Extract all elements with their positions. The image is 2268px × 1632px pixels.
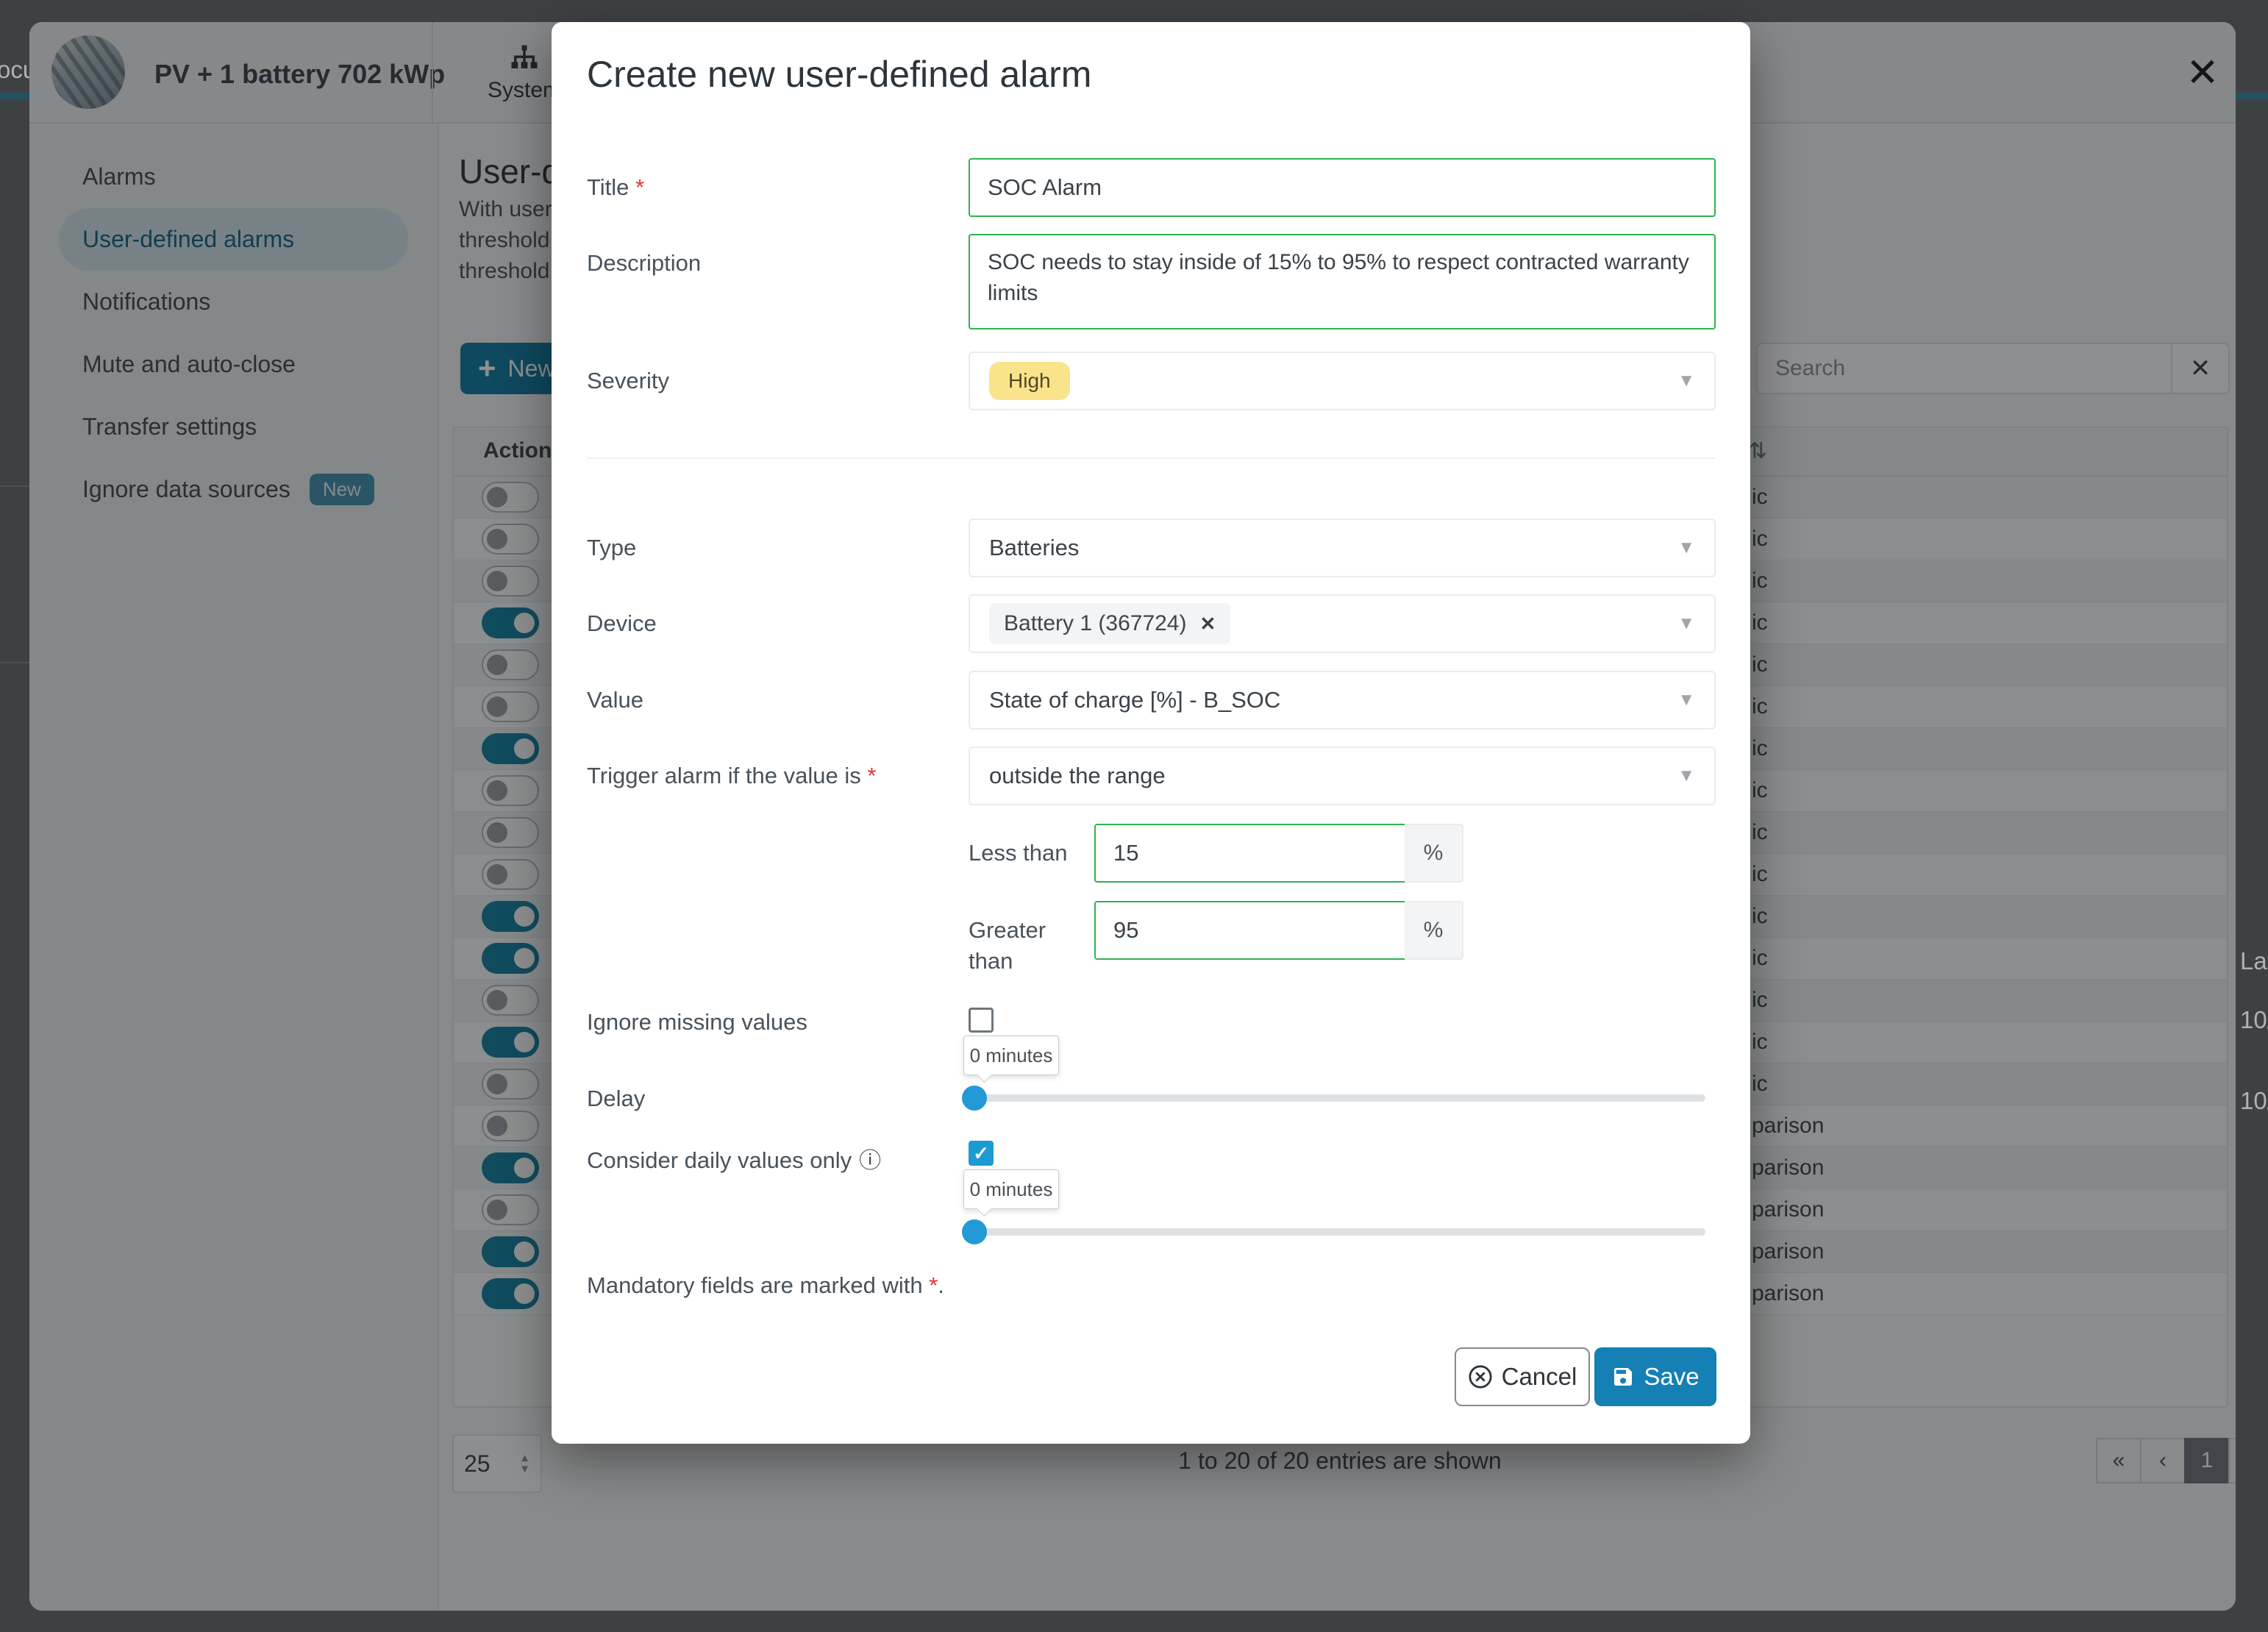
less-than-label: Less than bbox=[969, 840, 1067, 866]
frame-right-text-fragment: 10/ bbox=[2240, 1087, 2268, 1115]
save-button[interactable]: Save bbox=[1594, 1347, 1716, 1406]
chevron-down-icon: ▼ bbox=[1677, 371, 1695, 391]
ignore-missing-label: Ignore missing values bbox=[587, 1009, 807, 1036]
daily-values-tooltip: 0 minutes bbox=[963, 1169, 1059, 1209]
daily-values-label: Consider daily values onlyⓘ bbox=[587, 1142, 881, 1175]
title-label: Title * bbox=[587, 174, 644, 201]
ignore-missing-checkbox[interactable] bbox=[969, 1008, 994, 1033]
chevron-down-icon: ▼ bbox=[1677, 690, 1695, 710]
delay-tooltip: 0 minutes bbox=[963, 1036, 1059, 1075]
required-asterisk: * bbox=[929, 1272, 938, 1298]
create-alarm-modal: Create new user-defined alarm Title * De… bbox=[552, 22, 1750, 1444]
percent-unit: % bbox=[1405, 824, 1463, 883]
severity-label: Severity bbox=[587, 368, 669, 394]
cancel-button[interactable]: Cancel bbox=[1455, 1347, 1590, 1406]
mandatory-note: Mandatory fields are marked with *. bbox=[587, 1272, 944, 1299]
chevron-down-icon: ▼ bbox=[1677, 538, 1695, 558]
chevron-down-icon: ▼ bbox=[1677, 766, 1695, 786]
save-floppy-icon bbox=[1611, 1365, 1635, 1389]
checkmark-icon: ✓ bbox=[973, 1142, 989, 1165]
screen: ocu Las 10/ 10/ PV + 1 battery 702 kWp S… bbox=[0, 0, 2268, 1632]
daily-slider-track[interactable] bbox=[969, 1228, 1705, 1236]
type-select[interactable]: Batteries ▼ bbox=[969, 519, 1716, 577]
value-select[interactable]: State of charge [%] - B_SOC ▼ bbox=[969, 671, 1716, 730]
required-asterisk: * bbox=[635, 174, 644, 200]
trigger-select[interactable]: outside the range ▼ bbox=[969, 746, 1716, 805]
frame-right-text-fragment: Las bbox=[2240, 947, 2268, 975]
chevron-down-icon: ▼ bbox=[1677, 613, 1695, 634]
chip-remove-icon[interactable]: ✕ bbox=[1199, 613, 1216, 635]
severity-select[interactable]: High ▼ bbox=[969, 352, 1716, 410]
section-divider bbox=[587, 457, 1715, 459]
severity-high-badge: High bbox=[989, 362, 1070, 400]
device-label: Device bbox=[587, 610, 657, 637]
type-label: Type bbox=[587, 535, 636, 561]
device-select[interactable]: Battery 1 (367724) ✕ ▼ bbox=[969, 594, 1716, 653]
frame-right-text-fragment: 10/ bbox=[2240, 1006, 2268, 1034]
percent-unit: % bbox=[1405, 901, 1463, 960]
frame-separator bbox=[0, 662, 29, 663]
description-label: Description bbox=[587, 250, 701, 277]
trigger-label: Trigger alarm if the value is * bbox=[587, 763, 876, 789]
cancel-button-label: Cancel bbox=[1502, 1363, 1577, 1391]
daily-slider-thumb[interactable] bbox=[962, 1219, 987, 1244]
info-icon[interactable]: ⓘ bbox=[859, 1149, 881, 1173]
save-button-label: Save bbox=[1644, 1363, 1699, 1391]
delay-slider-thumb[interactable] bbox=[962, 1086, 987, 1111]
greater-than-label-line1: Greater bbox=[969, 917, 1046, 944]
required-asterisk: * bbox=[867, 763, 876, 788]
description-input[interactable]: SOC needs to stay inside of 15% to 95% t… bbox=[969, 234, 1716, 329]
cancel-circle-icon bbox=[1468, 1364, 1493, 1389]
value-label: Value bbox=[587, 687, 643, 713]
greater-than-label-line2: than bbox=[969, 948, 1013, 974]
delay-label: Delay bbox=[587, 1086, 645, 1112]
modal-title: Create new user-defined alarm bbox=[587, 53, 1091, 96]
delay-slider-track[interactable] bbox=[969, 1094, 1705, 1102]
title-input[interactable] bbox=[969, 158, 1716, 217]
greater-than-input[interactable] bbox=[1094, 901, 1406, 960]
device-chip: Battery 1 (367724) ✕ bbox=[989, 603, 1230, 644]
frame-separator bbox=[0, 485, 29, 487]
daily-values-checkbox[interactable]: ✓ bbox=[969, 1141, 994, 1166]
less-than-input[interactable] bbox=[1094, 824, 1406, 883]
